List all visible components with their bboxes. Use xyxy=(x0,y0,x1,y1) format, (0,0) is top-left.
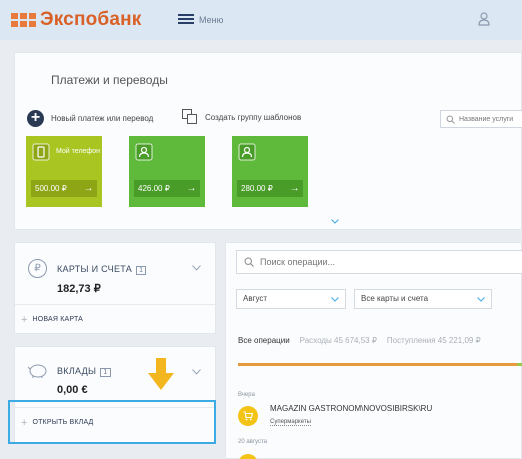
tile-arrow-icon[interactable]: → xyxy=(183,180,200,197)
highlight-frame xyxy=(8,400,216,444)
operation-name: MAGAZIN GASTRONOM\NOVOSIBIRSK\RU xyxy=(270,404,433,413)
operations-search[interactable] xyxy=(236,250,522,274)
bank-logo[interactable]: Экспобанк xyxy=(40,9,142,31)
logo-mark-icon xyxy=(11,13,37,27)
tile-amount: 426.00 ₽ xyxy=(134,180,183,197)
tab-expenses[interactable]: Расходы 45 674,53 ₽ xyxy=(300,336,377,345)
expenses-income-bar xyxy=(238,363,522,366)
deposits-title[interactable]: ВКЛАДЫ 1 xyxy=(57,366,111,377)
plus-icon: + xyxy=(27,110,44,127)
operation-icon xyxy=(238,454,258,459)
tab-all-operations[interactable]: Все операции xyxy=(238,336,290,345)
create-template-group-label: Создать группу шаблонов xyxy=(205,112,302,122)
phone-icon xyxy=(32,143,50,161)
service-search-input[interactable] xyxy=(459,115,522,123)
hamburger-icon xyxy=(178,14,194,25)
piggy-bank-icon xyxy=(27,364,47,378)
deposits-title-label: ВКЛАДЫ xyxy=(57,366,97,376)
tile-amount: 280.00 ₽ xyxy=(237,180,286,197)
operations-tabs: Все операции Расходы 45 674,53 ₽ Поступл… xyxy=(238,336,481,345)
search-icon xyxy=(244,257,254,267)
menu-button[interactable]: Меню xyxy=(178,14,223,25)
new-card-label: НОВАЯ КАРТА xyxy=(32,316,84,323)
day-label: Вчера xyxy=(238,392,255,398)
tile-amount-bar: 500.00 ₽ → xyxy=(31,180,97,197)
tile-arrow-icon[interactable]: → xyxy=(286,180,303,197)
income-share-bar xyxy=(517,363,522,366)
accounts-title-label: КАРТЫ И СЧЕТА xyxy=(57,264,133,274)
plus-icon: + xyxy=(21,313,28,326)
accounts-balance: 182,73 ₽ xyxy=(57,283,101,295)
chevron-down-icon xyxy=(477,297,485,302)
menu-label: Меню xyxy=(199,14,224,25)
payment-template-tile[interactable]: Мой телефон 500.00 ₽ → xyxy=(26,136,102,207)
tile-amount: 500.00 ₽ xyxy=(31,180,80,197)
cards-filter-value: Все карты и счета xyxy=(361,294,429,303)
payments-title: Платежи и переводы xyxy=(51,73,168,87)
person-icon xyxy=(238,143,256,161)
user-icon[interactable] xyxy=(478,12,490,26)
create-template-group-button[interactable]: Создать группу шаблонов xyxy=(182,109,301,125)
arrow-down-icon xyxy=(148,358,174,390)
deposits-balance: 0,00 € xyxy=(57,384,88,396)
tile-name: Мой телефон xyxy=(56,148,100,155)
chevron-down-icon[interactable] xyxy=(192,265,201,271)
new-payment-button[interactable]: + Новый платеж или перевод xyxy=(27,110,153,127)
payments-panel: Платежи и переводы + Новый платеж или пе… xyxy=(14,52,522,230)
new-payment-label: Новый платеж или перевод xyxy=(51,114,154,123)
chevron-down-icon xyxy=(331,297,339,302)
new-card-button[interactable]: + НОВАЯ КАРТА xyxy=(15,304,215,334)
operations-panel: Август Все карты и счета Все операции Ра… xyxy=(225,242,522,459)
tile-arrow-icon[interactable]: → xyxy=(80,180,97,197)
top-bar: Экспобанк Меню xyxy=(0,0,522,40)
tile-amount-bar: 280.00 ₽ → xyxy=(237,180,303,197)
person-icon xyxy=(135,143,153,161)
chevron-down-icon[interactable] xyxy=(331,219,339,224)
payment-template-tile[interactable]: 280.00 ₽ → xyxy=(232,136,308,207)
service-search[interactable] xyxy=(440,110,522,128)
accounts-card: ₽ КАРТЫ И СЧЕТА 1 182,73 ₽ + НОВАЯ КАРТА xyxy=(14,242,216,334)
deposits-count-badge: 1 xyxy=(100,368,111,377)
day-label: 20 августа xyxy=(238,439,268,445)
tab-income[interactable]: Поступления 45 221,09 ₽ xyxy=(387,336,481,345)
shopping-cart-icon xyxy=(238,406,258,426)
ruble-icon: ₽ xyxy=(28,259,47,278)
accounts-title[interactable]: КАРТЫ И СЧЕТА 1 xyxy=(57,264,147,275)
month-select-value: Август xyxy=(243,294,268,303)
chevron-down-icon[interactable] xyxy=(192,369,201,375)
accounts-count-badge: 1 xyxy=(136,266,147,275)
operations-search-input[interactable] xyxy=(260,257,490,267)
operation-category[interactable]: Супермаркеты xyxy=(270,419,311,426)
payment-template-tile[interactable]: 426.00 ₽ → xyxy=(129,136,205,207)
cards-filter-select[interactable]: Все карты и счета xyxy=(354,289,492,309)
operation-row[interactable]: MAGAZIN GASTRONOM\NOVOSIBIRSK\RU Суперма… xyxy=(238,401,522,431)
copy-icon xyxy=(182,109,198,125)
tile-amount-bar: 426.00 ₽ → xyxy=(134,180,200,197)
month-select[interactable]: Август xyxy=(236,289,346,309)
search-icon xyxy=(446,115,455,124)
